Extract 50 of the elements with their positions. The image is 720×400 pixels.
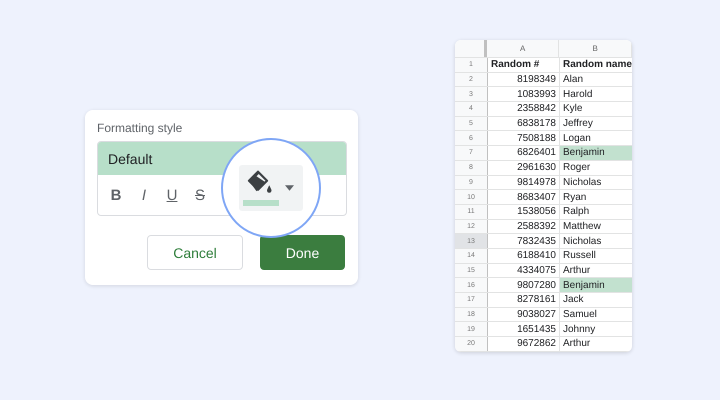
- table-cell: 9038027: [488, 308, 560, 322]
- table-cell: Arthur: [560, 264, 632, 278]
- table-cell: 8278161: [488, 293, 560, 307]
- table-cell: Alan: [560, 72, 632, 86]
- italic-button[interactable]: I: [132, 183, 156, 207]
- table-cell: 8683407: [488, 190, 560, 204]
- table-cell: Random #: [488, 58, 560, 72]
- table-cell: Logan: [560, 131, 632, 146]
- table-cell: Random name: [560, 58, 632, 72]
- caret-icon: [285, 185, 294, 191]
- table-cell: 9814978: [488, 176, 560, 190]
- table-cell: Jeffrey: [560, 116, 632, 130]
- underline-button[interactable]: U: [160, 183, 184, 207]
- table-cell: Benjamin: [560, 146, 632, 160]
- strike-button[interactable]: S: [188, 183, 212, 207]
- done-button[interactable]: Done: [260, 235, 345, 270]
- table-cell: Ryan: [560, 190, 632, 204]
- table-cell: Kyle: [560, 102, 632, 116]
- column-header[interactable]: B: [559, 40, 632, 57]
- table-cell: Benjamin: [560, 278, 632, 292]
- table-cell: 1083993: [488, 87, 560, 102]
- table-cell: 2358842: [488, 102, 560, 116]
- table-cell: Arthur: [560, 337, 632, 351]
- table-cell: 2588392: [488, 220, 560, 234]
- table-cell: 7508188: [488, 131, 560, 146]
- table-cell: 4334075: [488, 264, 560, 278]
- table-cell: Matthew: [560, 220, 632, 234]
- table-cell: 6188410: [488, 248, 560, 263]
- table-cell: Russell: [560, 248, 632, 263]
- table-cell: Nicholas: [560, 176, 632, 190]
- table-cell: Jack: [560, 293, 632, 307]
- table-cell: 6838178: [488, 116, 560, 130]
- table-cell: 1651435: [488, 322, 560, 336]
- table-cell: Johnny: [560, 322, 632, 336]
- fill-color-button[interactable]: [239, 165, 303, 211]
- table-cell: 8198349: [488, 72, 560, 86]
- table-cell: 2961630: [488, 160, 560, 174]
- cancel-button[interactable]: Cancel: [147, 235, 243, 270]
- dialog-title: Formatting style: [97, 121, 184, 135]
- table-cell: Nicholas: [560, 234, 632, 248]
- table-cell: 7832435: [488, 234, 560, 248]
- fill-color-swatch: [243, 200, 279, 206]
- table-cell: Roger: [560, 160, 632, 174]
- table-cell: 9672862: [488, 337, 560, 351]
- table-cell: Samuel: [560, 308, 632, 322]
- table-cell: 1538056: [488, 204, 560, 219]
- table-cell: Harold: [560, 87, 632, 102]
- column-header[interactable]: A: [486, 40, 560, 57]
- table-cell: Ralph: [560, 204, 632, 219]
- bold-button[interactable]: B: [104, 183, 128, 207]
